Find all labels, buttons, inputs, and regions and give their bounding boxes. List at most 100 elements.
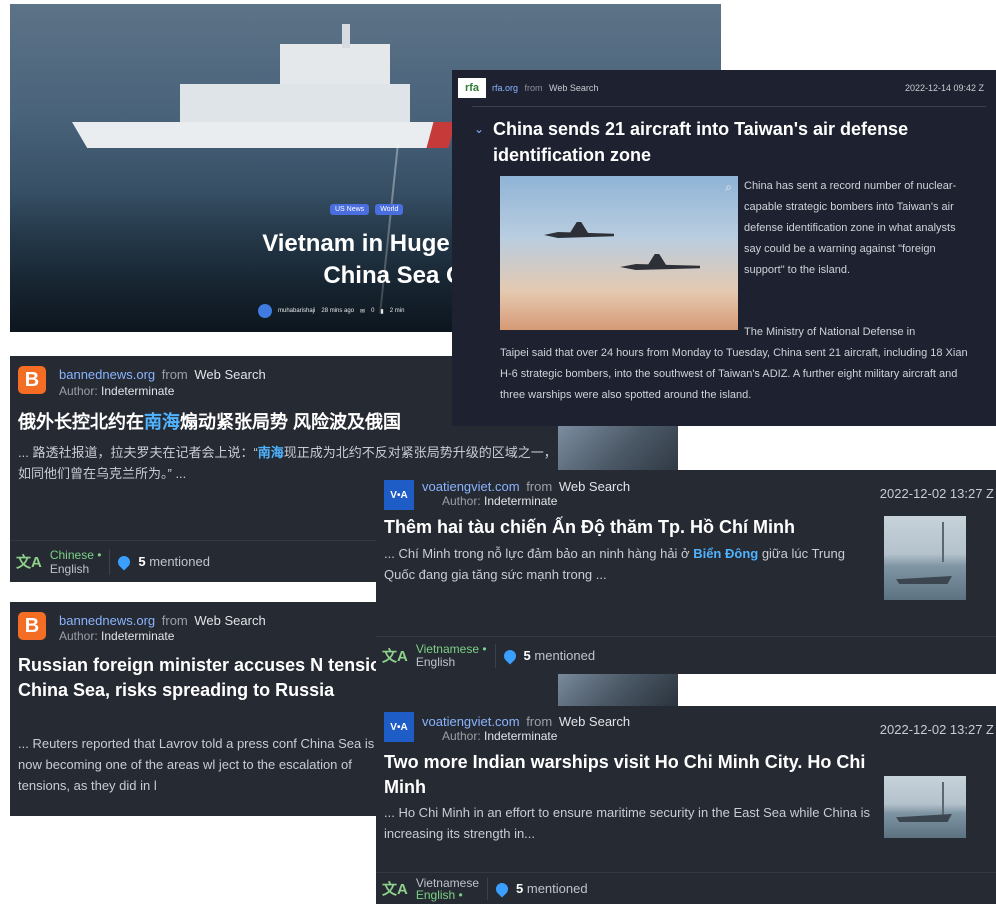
translate-icon: 文A — [16, 554, 42, 571]
ship-hull — [72, 122, 452, 148]
source-site[interactable]: bannednews.org — [59, 613, 155, 628]
source-from: from — [161, 613, 188, 628]
author-line: Author: Indeterminate — [442, 494, 557, 508]
hero-tags: US News World — [330, 204, 404, 215]
translate-icon: 文A — [382, 881, 408, 898]
author-value: Indeterminate — [101, 384, 175, 398]
article-card-vietnamese-1[interactable]: V•A voatiengviet.com from Web Search Aut… — [376, 470, 996, 674]
author-avatar — [258, 304, 272, 318]
card-footer: 文A Vietnamese English • 5 mentioned — [376, 872, 996, 904]
tag-us-news[interactable]: US News — [330, 204, 370, 215]
headline-part: 煽动紧张局势 风险波及俄国 — [180, 412, 401, 432]
jet-1-wing — [568, 222, 590, 236]
article-photo[interactable]: ⌕ — [500, 176, 738, 330]
chevron-down-icon[interactable]: ⌄ — [474, 122, 484, 136]
language-secondary[interactable]: English • — [416, 889, 479, 901]
source-line: voatiengviet.com from Web Search — [422, 714, 630, 729]
article-paragraph-1: China has sent a record number of nuclea… — [744, 180, 957, 276]
card-footer: 文A Vietnamese • English 5 mentioned — [376, 636, 996, 674]
mention-number: 5 — [523, 648, 531, 663]
author-value: Indeterminate — [484, 494, 558, 508]
language-secondary[interactable]: English — [50, 562, 102, 576]
voa-logo-icon: V•A — [384, 480, 414, 510]
snippet-part: ... Chí Minh trong nỗ lực đảm bảo an nin… — [384, 546, 694, 561]
translate-icon: 文A — [382, 648, 408, 665]
location-pin-icon — [493, 880, 511, 897]
ship-mast — [342, 24, 350, 48]
article-paragraph-2: Taipei said that over 24 hours from Mond… — [500, 347, 968, 401]
article-date: 2022-12-14 09:42 Z — [904, 83, 984, 93]
source-site[interactable]: bannednews.org — [59, 367, 155, 382]
article-expanded-rfa[interactable]: rfa rfa.org from Web Search 2022-12-14 0… — [452, 70, 996, 426]
mention-count[interactable]: 5 mentioned — [524, 648, 596, 663]
mention-label: mentioned — [149, 554, 210, 569]
source-site[interactable]: rfa.org — [492, 83, 518, 93]
source-from: from — [526, 479, 553, 494]
search-icon[interactable]: ⌕ — [725, 180, 732, 195]
article-thumbnail[interactable] — [884, 776, 966, 838]
source-line: bannednews.org from Web Search — [59, 613, 266, 628]
location-pin-icon — [115, 553, 133, 570]
article-snippet: ... Chí Minh trong nỗ lực đảm bảo an nin… — [384, 543, 874, 585]
language-primary[interactable]: Vietnamese — [416, 877, 479, 889]
source-site[interactable]: voatiengviet.com — [422, 479, 520, 494]
source-line: bannednews.org from Web Search — [59, 367, 266, 382]
divider — [472, 106, 986, 107]
source-from: from — [161, 367, 188, 382]
voa-logo-icon: V•A — [384, 712, 414, 742]
language-secondary[interactable]: English — [416, 655, 487, 669]
article-headline[interactable]: Thêm hai tàu chiến Ấn Độ thăm Tp. Hồ Chí… — [384, 515, 884, 540]
article-thumbnail[interactable] — [558, 670, 678, 706]
snippet-highlight: Biển Đông — [693, 546, 759, 561]
divider — [494, 643, 496, 668]
author-line: Author: Indeterminate — [59, 384, 174, 398]
author-value: Indeterminate — [101, 629, 175, 643]
article-card-vietnamese-2[interactable]: V•A voatiengviet.com from Web Search Aut… — [376, 706, 996, 904]
article-snippet: ... Reuters reported that Lavrov told a … — [18, 736, 375, 793]
mention-label: mentioned — [526, 881, 588, 896]
source-from: from — [526, 714, 553, 729]
source-via: Web Search — [558, 479, 631, 494]
language-info: Chinese • English — [50, 548, 102, 576]
language-info: Vietnamese English • — [416, 877, 479, 901]
mention-number: 5 — [138, 554, 146, 569]
location-pin-icon — [501, 647, 519, 664]
language-primary[interactable]: Chinese • — [50, 548, 102, 562]
author-line: Author: Indeterminate — [59, 629, 174, 643]
mention-count[interactable]: 5 mentioned — [516, 881, 588, 896]
jet-2-wing — [646, 254, 668, 268]
author-label: Author: — [442, 494, 481, 508]
blogger-icon: B — [18, 366, 46, 394]
comment-icon: ✉ — [360, 308, 366, 315]
author-label: Author: — [442, 729, 481, 743]
thumb-warship — [896, 576, 952, 584]
source-via: Web Search — [194, 367, 266, 382]
mention-count[interactable]: 5 mentioned — [138, 554, 210, 569]
source-site[interactable]: voatiengviet.com — [422, 714, 520, 729]
article-headline[interactable]: Two more Indian warships visit Ho Chi Mi… — [384, 750, 884, 800]
bookmark-icon: ▮ — [380, 308, 384, 315]
language-primary[interactable]: Vietnamese • — [416, 642, 487, 656]
hero-author[interactable]: muhabarishaji — [278, 308, 315, 314]
source-via: Web Search — [558, 714, 631, 729]
hero-read-time: 2 min — [389, 308, 405, 314]
article-thumbnail[interactable] — [884, 516, 966, 600]
hero-time: 28 mins ago — [321, 308, 355, 314]
author-label: Author: — [59, 629, 98, 643]
source-from: from — [524, 83, 543, 93]
ship-deck — [180, 84, 410, 124]
article-snippet: ... Ho Chi Minh in an effort to ensure m… — [384, 805, 871, 841]
source-via: Web Search — [194, 613, 266, 628]
hero-meta: muhabarishaji 28 mins ago ✉ 0 ▮ 2 min — [258, 304, 404, 318]
thumb-warship — [896, 814, 952, 822]
author-label: Author: — [59, 384, 98, 398]
author-line: Author: Indeterminate — [442, 729, 557, 743]
divider — [109, 548, 111, 575]
tag-world[interactable]: World — [375, 204, 404, 215]
headline-highlight: 南海 — [144, 412, 180, 432]
divider — [487, 877, 488, 900]
headline-part: 俄外长控北约在 — [18, 412, 144, 432]
source-line: voatiengviet.com from Web Search — [422, 479, 630, 494]
article-date: 2022-12-02 13:27 Z — [879, 722, 994, 737]
article-headline[interactable]: China sends 21 aircraft into Taiwan's ai… — [493, 116, 953, 168]
